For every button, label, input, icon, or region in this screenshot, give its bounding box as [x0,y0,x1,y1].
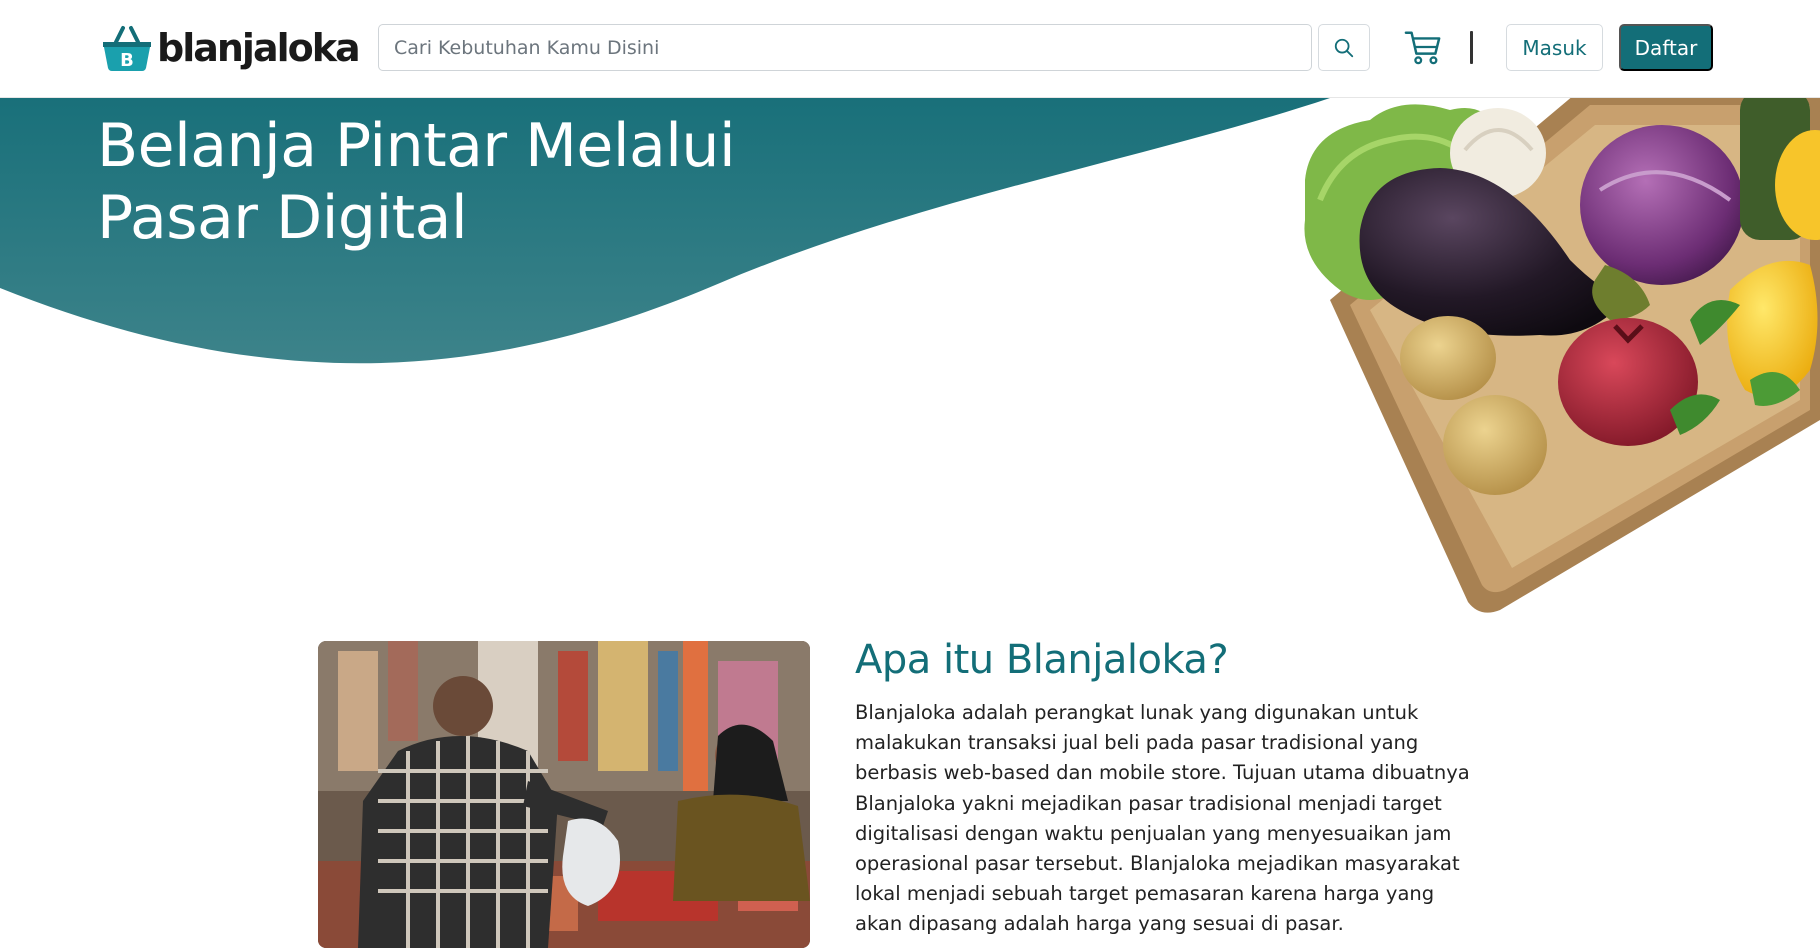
search-button[interactable] [1318,24,1370,71]
about-line: akan dipasang adalah harga yang sesuai d… [855,912,1344,936]
about-line: malakukan transaksi jual beli pada pasar… [855,731,1419,755]
about-line: berbasis web-based dan mobile store. Tuj… [855,761,1470,785]
svg-text:B: B [120,50,134,71]
about-line: operasional pasar tersebut. Blanjaloka m… [855,852,1460,876]
login-button[interactable]: Masuk [1506,24,1603,71]
about-description: Blanjaloka adalah perangkat lunak yang d… [855,698,1510,940]
hero-title-line2: Pasar Digital [97,183,468,253]
about-line: digitalisasi dengan waktu penjualan yang… [855,821,1452,845]
about-line: lokal menjadi sebuah target pemasaran ka… [855,882,1435,906]
brand-name: blanjaloka [157,26,361,70]
about-title: Apa itu Blanjaloka? [855,637,1229,683]
cart-icon[interactable] [1404,28,1442,66]
vegetable-basket-image [1304,90,1820,613]
header-divider [1470,31,1473,64]
navbar: B blanjaloka Masuk Daftar [0,0,1820,98]
register-button[interactable]: Daftar [1619,24,1713,71]
search-input[interactable] [394,25,1311,70]
about-line: Blanjaloka yakni mejadikan pasar tradisi… [855,791,1442,815]
market-photo [318,641,810,948]
hero-title-line1: Belanja Pintar Melalui [97,111,736,181]
basket-logo-icon: B [103,26,151,71]
about-line: Blanjaloka adalah perangkat lunak yang d… [855,701,1419,724]
page: B blanjaloka Masuk Daftar [0,0,1820,948]
search-field[interactable] [378,24,1312,71]
brand-logo[interactable]: B blanjaloka [101,22,361,74]
search-icon [1334,38,1354,57]
hero-title: Belanja Pintar Melalui Pasar Digital [97,110,797,254]
